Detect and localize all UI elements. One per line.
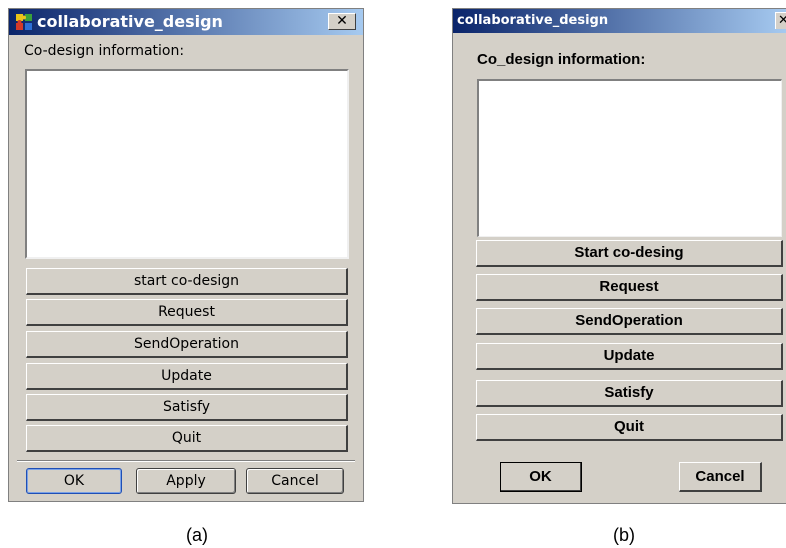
cancel-button[interactable]: Cancel bbox=[679, 462, 762, 492]
info-label: Co_design information: bbox=[477, 51, 646, 68]
ok-button[interactable]: OK bbox=[500, 462, 582, 492]
caption-b: (b) bbox=[613, 525, 635, 545]
dialog-b: collaborative_design ✕ Co_design informa… bbox=[452, 8, 786, 504]
start-codesign-button[interactable]: Start co-desing bbox=[476, 240, 783, 267]
close-button[interactable]: ✕ bbox=[775, 12, 786, 29]
send-operation-button[interactable]: SendOperation bbox=[26, 331, 348, 358]
window-title: collaborative_design bbox=[37, 12, 223, 31]
quit-button[interactable]: Quit bbox=[476, 414, 783, 441]
close-icon: ✕ bbox=[336, 13, 348, 29]
title-bar[interactable]: collaborative_design ✕ bbox=[9, 9, 363, 35]
satisfy-button[interactable]: Satisfy bbox=[26, 394, 348, 421]
satisfy-button[interactable]: Satisfy bbox=[476, 380, 783, 407]
info-label: Co-design information: bbox=[24, 43, 185, 59]
update-button[interactable]: Update bbox=[476, 343, 783, 370]
info-textarea[interactable] bbox=[477, 79, 782, 237]
update-button[interactable]: Update bbox=[26, 363, 348, 390]
title-bar[interactable]: collaborative_design ✕ bbox=[453, 9, 786, 33]
footer-divider bbox=[17, 460, 355, 462]
window-title: collaborative_design bbox=[457, 13, 609, 28]
apply-button[interactable]: Apply bbox=[136, 468, 236, 494]
close-button[interactable]: ✕ bbox=[328, 13, 356, 30]
dialog-a: collaborative_design ✕ Co-design informa… bbox=[8, 8, 364, 502]
caption-a: (a) bbox=[186, 525, 208, 545]
send-operation-button[interactable]: SendOperation bbox=[476, 308, 783, 335]
ok-button[interactable]: OK bbox=[26, 468, 122, 494]
info-textarea[interactable] bbox=[25, 69, 349, 259]
request-button[interactable]: Request bbox=[476, 274, 783, 301]
puzzle-icon bbox=[16, 14, 32, 30]
cancel-button[interactable]: Cancel bbox=[246, 468, 344, 494]
start-codesign-button[interactable]: start co-design bbox=[26, 268, 348, 295]
close-icon: ✕ bbox=[778, 13, 786, 28]
quit-button[interactable]: Quit bbox=[26, 425, 348, 452]
request-button[interactable]: Request bbox=[26, 299, 348, 326]
